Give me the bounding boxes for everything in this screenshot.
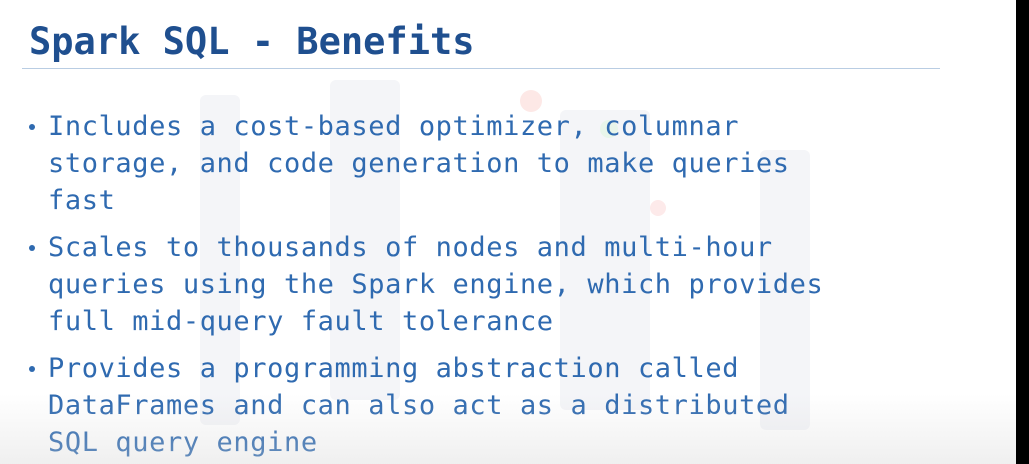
bullet-item: Includes a cost-based optimizer, columna… — [28, 108, 928, 219]
bullet-text-line: full mid-query fault tolerance — [48, 306, 554, 337]
slide-title: Spark SQL - Benefits — [29, 20, 475, 63]
bullet-text-line: Scales to thousands of nodes and multi-h… — [48, 232, 773, 263]
bullet-marker — [29, 245, 35, 251]
bullet-text-line: Includes a cost-based optimizer, columna… — [48, 111, 740, 142]
bullet-text-line: DataFrames and can also act as a distrib… — [48, 390, 790, 421]
bullet-marker — [29, 124, 35, 130]
bullet-text-line: storage, and code generation to make que… — [48, 148, 790, 179]
bullet-list: Includes a cost-based optimizer, columna… — [28, 108, 928, 464]
bullet-item: Provides a programming abstraction calle… — [28, 350, 928, 461]
bullet-text-line: SQL query engine — [48, 427, 318, 458]
slide: Spark SQL - Benefits Includes a cost-bas… — [0, 0, 1016, 464]
window-edge — [1016, 0, 1029, 464]
bullet-text-line: queries using the Spark engine, which pr… — [48, 269, 824, 300]
bullet-marker — [29, 366, 35, 372]
title-divider — [22, 68, 940, 69]
bullet-item: Scales to thousands of nodes and multi-h… — [28, 229, 928, 340]
bullet-text-line: fast — [48, 185, 116, 216]
bullet-text-line: Provides a programming abstraction calle… — [48, 353, 740, 384]
